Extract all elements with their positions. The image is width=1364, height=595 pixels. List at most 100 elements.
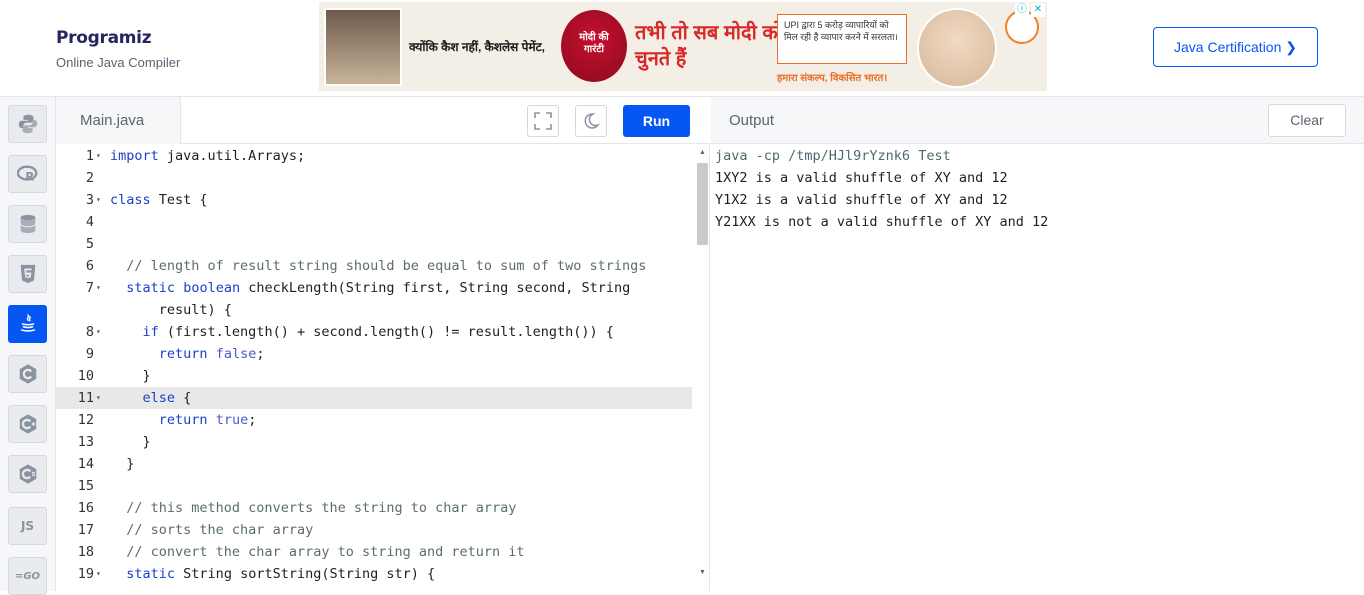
sidebar-item-go[interactable]: =GO (8, 557, 47, 595)
line-number: 1 (85, 148, 94, 164)
fold-arrow-icon[interactable]: ▾ (96, 189, 104, 211)
code-line[interactable]: 15 (56, 475, 692, 497)
scroll-down-icon[interactable]: ▼ (699, 569, 706, 576)
code-line[interactable]: result) { (56, 299, 692, 321)
sidebar-item-sql[interactable] (8, 205, 47, 243)
sidebar-item-cpp[interactable] (8, 405, 47, 443)
java-certification-button[interactable]: Java Certification ❯ (1153, 27, 1318, 67)
code-text: static boolean checkLength(String first,… (126, 280, 631, 296)
line-number: 15 (77, 478, 94, 494)
sidebar-item-c[interactable] (8, 355, 47, 393)
line-number: 17 (77, 522, 94, 538)
output-command-line: java -cp /tmp/HJl9rYznk6 Test (715, 148, 951, 164)
code-text: else { (142, 390, 192, 406)
line-number: 12 (77, 412, 94, 428)
html5-icon (20, 264, 35, 284)
python-icon (18, 114, 37, 134)
line-number: 7 (85, 280, 94, 296)
r-icon: R (16, 165, 37, 183)
theme-toggle-button[interactable] (575, 105, 607, 137)
code-text: // convert the char array to string and … (126, 544, 525, 560)
code-line[interactable]: 12 return true; (56, 409, 692, 431)
line-number: 3 (85, 192, 94, 208)
fold-arrow-icon[interactable]: ▾ (96, 563, 104, 585)
line-number: 13 (77, 434, 94, 450)
c-icon (19, 364, 36, 384)
output-line: 1XY2 is a valid shuffle of XY and 12 (715, 170, 1008, 186)
code-line[interactable]: 11 ▾ else { (56, 387, 692, 409)
code-text: class Test { (110, 192, 208, 208)
code-line[interactable]: 2 (56, 167, 692, 189)
ad-headline: तभी तो सब मोदी को चुनते हैं (635, 22, 783, 70)
sidebar-item-python[interactable] (8, 105, 47, 143)
run-button[interactable]: Run (623, 105, 690, 137)
code-text: if (first.length() + second.length() != … (142, 324, 614, 340)
ad-text: क्योंकि कैश नहीं, कैशलेस पेमेंट, (409, 40, 545, 54)
ad-photo-right (917, 8, 997, 88)
code-line[interactable]: 17 // sorts the char array (56, 519, 692, 541)
code-text: static String sortString(String str) { (126, 566, 436, 582)
ad-close-icon[interactable]: ✕ (1031, 3, 1045, 17)
sidebar-item-java[interactable] (8, 305, 47, 343)
logo[interactable]: Programiz Online Java Compiler (56, 25, 216, 75)
expand-icon (534, 112, 552, 130)
code-editor[interactable]: 19 ▾ static String sortString(String str)… (56, 145, 710, 591)
sidebar-item-html[interactable] (8, 255, 47, 293)
code-line[interactable]: 16 // this method converts the string to… (56, 497, 692, 519)
line-number: 14 (77, 456, 94, 472)
code-line[interactable]: 7 ▾ static boolean checkLength(String fir… (56, 277, 692, 299)
line-number: 9 (85, 346, 94, 362)
code-line[interactable]: 18 // convert the char array to string a… (56, 541, 692, 563)
clear-button[interactable]: Clear (1268, 104, 1346, 137)
code-line[interactable]: 19 ▾ static String sortString(String str)… (56, 563, 692, 585)
fold-arrow-icon[interactable]: ▾ (96, 145, 104, 167)
advertisement-banner[interactable]: क्योंकि कैश नहीं, कैशलेस पेमेंट, मोदी की… (319, 2, 1047, 91)
code-line[interactable]: 14 } (56, 453, 692, 475)
java-icon (20, 314, 35, 332)
ad-info-icon[interactable]: ⓘ (1015, 3, 1029, 17)
cpp-icon (19, 414, 36, 434)
line-number: 6 (85, 258, 94, 274)
sidebar-item-csharp[interactable] (8, 455, 47, 493)
output-title: Output (729, 112, 775, 129)
code-text: import java.util.Arrays; (110, 148, 306, 164)
output-header: Output Clear (711, 97, 1364, 144)
ad-tagline: हमारा संकल्प, विकसित भारत। (777, 73, 888, 84)
fold-arrow-icon[interactable]: ▾ (96, 387, 104, 409)
code-line[interactable]: 4 (56, 211, 692, 233)
ad-info-box: UPI द्वारा 5 करोड़ व्यापारियों को मिल रह… (777, 14, 907, 64)
code-text: // sorts the char array (126, 522, 314, 538)
fold-arrow-icon[interactable]: ▾ (96, 321, 104, 343)
code-text: result) { (110, 302, 232, 318)
output-console[interactable]: java -cp /tmp/HJl9rYznk6 Test 1XY2 is a v… (711, 145, 1364, 591)
code-line[interactable]: 8 ▾ if (first.length() + second.length() … (56, 321, 692, 343)
tab-main-java[interactable]: Main.java (56, 97, 181, 144)
js-icon: JS (20, 519, 35, 533)
code-line[interactable]: 13 } (56, 431, 692, 453)
sidebar-item-js[interactable]: JS (8, 507, 47, 545)
editor-toolbar: Main.java Run (56, 97, 710, 144)
code-line[interactable]: 5 (56, 233, 692, 255)
code-line[interactable]: 3 ▾ class Test { (56, 189, 692, 211)
fold-arrow-icon[interactable]: ▾ (96, 277, 104, 299)
code-line[interactable]: 1 ▾ import java.util.Arrays; (56, 145, 692, 167)
scroll-up-icon[interactable]: ▲ (699, 149, 706, 156)
output-line: Y1X2 is a valid shuffle of XY and 12 (715, 192, 1008, 208)
line-number: 19 (77, 566, 94, 582)
editor-scrollbar-thumb[interactable] (697, 163, 708, 245)
code-text: } (110, 434, 151, 450)
svg-text:R: R (25, 169, 34, 183)
output-line: Y21XX is not a valid shuffle of XY and 1… (715, 214, 1049, 230)
code-line[interactable]: 10 } (56, 365, 692, 387)
logo-text: Programiz (56, 28, 152, 48)
moon-icon (584, 113, 600, 129)
fullscreen-button[interactable] (527, 105, 559, 137)
line-number: 16 (77, 500, 94, 516)
code-line[interactable]: 6 // length of result string should be e… (56, 255, 692, 277)
sidebar-item-r[interactable]: R (8, 155, 47, 193)
code-text: return false; (158, 346, 265, 362)
code-line[interactable]: 9 return false; (56, 343, 692, 365)
code-text: } (110, 456, 135, 472)
code-text: } (110, 368, 151, 384)
line-number: 10 (77, 368, 94, 384)
